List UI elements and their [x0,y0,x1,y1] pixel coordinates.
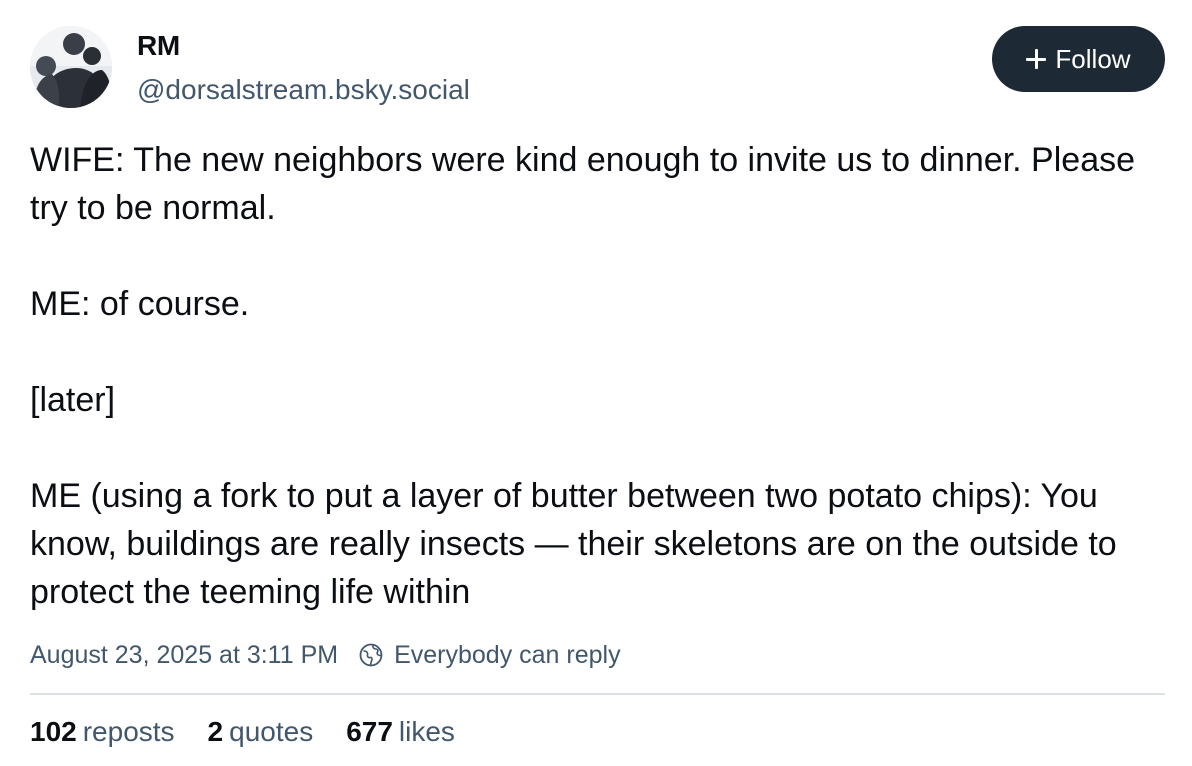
post-stats: 102 reposts 2 quotes 677 likes [30,716,488,748]
follow-button[interactable]: Follow [992,26,1165,92]
reposts-count: 102 [30,716,77,747]
reposts-label: reposts [82,716,175,747]
profile-photo-icon [30,26,112,108]
quotes-stat[interactable]: 2 quotes [208,716,314,748]
post-card: RM @dorsalstream.bsky.social Follow WIFE… [0,0,1192,766]
quotes-label: quotes [229,716,314,747]
author-handle[interactable]: @dorsalstream.bsky.social [137,74,470,106]
reply-setting: Everybody can reply [394,640,621,669]
post-paragraph: WIFE: The new neighbors were kind enough… [30,141,1136,227]
quotes-count: 2 [207,716,224,747]
author-display-name[interactable]: RM [137,30,180,62]
post-text: WIFE: The new neighbors were kind enough… [30,136,1170,616]
avatar[interactable] [30,26,112,108]
globe-icon [358,642,384,668]
likes-stat[interactable]: 677 likes [346,716,455,748]
likes-label: likes [398,716,455,747]
post-paragraph: ME (using a fork to put a layer of butte… [30,477,1117,611]
post-paragraph: [later] [30,381,116,419]
likes-count: 677 [346,716,393,747]
divider [30,693,1165,695]
follow-button-label: Follow [1055,43,1131,74]
post-meta: August 23, 2025 at 3:11 PM Everybody can… [30,638,621,672]
plus-icon [1026,49,1047,69]
post-paragraph: ME: of course. [30,285,250,323]
post-timestamp[interactable]: August 23, 2025 at 3:11 PM [30,641,338,670]
reposts-stat[interactable]: 102 reposts [30,716,175,748]
